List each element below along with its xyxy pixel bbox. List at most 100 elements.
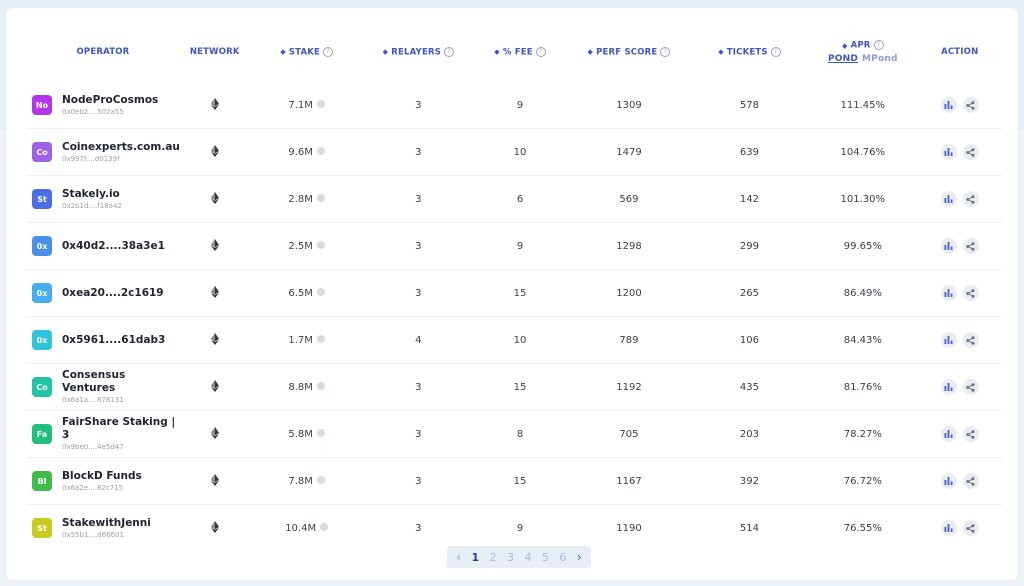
cell-fee: 15 — [473, 457, 568, 505]
page-6[interactable]: 6 — [559, 551, 566, 564]
operator-address: 0x6a2e....82c715 — [62, 483, 124, 492]
col-stake[interactable]: ◆ STAKE? — [250, 22, 364, 82]
ethereum-icon — [210, 379, 219, 395]
operator-info[interactable]: 0x 0x5961....61dab3 — [26, 330, 180, 350]
col-perf-score[interactable]: ◆ PERF SCORE? — [567, 22, 691, 82]
help-icon[interactable]: ? — [535, 46, 546, 57]
col-apr[interactable]: ◆ APR? POND MPond — [808, 22, 917, 82]
bar-chart-icon[interactable] — [940, 520, 957, 536]
operator-info[interactable]: 0x 0x40d2....38a3e1 — [26, 236, 180, 256]
help-icon[interactable]: ? — [770, 46, 781, 57]
operator-info[interactable]: St StakewithJenni 0x55b1....d66601 — [26, 517, 180, 540]
prev-page-button[interactable]: ‹ — [456, 550, 461, 564]
bar-chart-icon[interactable] — [940, 473, 957, 489]
help-icon[interactable]: ? — [444, 46, 455, 57]
help-icon[interactable]: ? — [873, 40, 884, 51]
col-fee[interactable]: ◆% FEE? — [473, 22, 567, 82]
page-5[interactable]: 5 — [542, 551, 549, 564]
operator-name[interactable]: NodeProCosmos — [62, 94, 158, 107]
stake-value: 1.7M — [288, 334, 313, 346]
operator-info[interactable]: St Stakely.io 0x2b1d....f18a42 — [26, 188, 180, 211]
share-icon[interactable] — [962, 97, 979, 113]
apr-unit-pond[interactable]: POND — [828, 54, 858, 64]
col-perf-score-label: PERF SCORE — [596, 47, 658, 58]
operator-name[interactable]: Stakely.io — [62, 188, 122, 201]
share-icon[interactable] — [962, 191, 979, 207]
table-row[interactable]: Co Consensus Ventures 0x6a1a....878131 8… — [26, 363, 1002, 411]
operator-info[interactable]: Fa FairShare Staking | 3 0x9be0....4e5d4… — [26, 416, 180, 452]
bar-chart-icon[interactable] — [940, 191, 957, 207]
operator-name[interactable]: StakewithJenni — [62, 517, 151, 530]
operator-avatar: Fa — [32, 424, 52, 444]
share-icon[interactable] — [962, 238, 979, 254]
cell-tickets: 203 — [690, 410, 809, 458]
help-icon[interactable]: ? — [323, 46, 334, 57]
apr-unit-mpond[interactable]: MPond — [862, 54, 898, 64]
operator-name[interactable]: 0x40d2....38a3e1 — [62, 240, 165, 253]
cell-apr: 76.55% — [843, 522, 882, 534]
table-row[interactable]: Co Coinexperts.com.au 0x997f....d0139f 9… — [26, 128, 1002, 176]
operator-name[interactable]: Coinexperts.com.au — [62, 141, 180, 154]
col-relayers-label: RELAYERS — [391, 47, 442, 58]
operator-avatar: 0x — [32, 236, 52, 256]
cell-network — [179, 222, 250, 270]
pond-token-icon — [316, 381, 325, 390]
table-row[interactable]: 0x 0xea20....2c1619 6.5M 3 15 1200 265 8… — [26, 269, 1002, 317]
share-icon[interactable] — [962, 426, 979, 442]
share-icon[interactable] — [962, 332, 979, 348]
table-row[interactable]: Bl BlockD Funds 0x6a2e....82c715 7.8M 3 … — [26, 457, 1002, 505]
operator-info[interactable]: Bl BlockD Funds 0x6a2e....82c715 — [26, 470, 180, 493]
cell-network — [179, 128, 250, 176]
share-icon[interactable] — [962, 285, 979, 301]
help-icon[interactable]: ? — [660, 46, 671, 57]
operator-name[interactable]: 0x5961....61dab3 — [62, 334, 165, 347]
table-row[interactable]: No NodeProCosmos 0x0eb2....502a55 7.1M 3… — [26, 82, 1002, 129]
page-1[interactable]: 1 — [471, 551, 479, 564]
cell-fee: 9 — [473, 222, 568, 270]
col-tickets[interactable]: ◆ TICKETS? — [691, 22, 808, 82]
bar-chart-icon[interactable] — [940, 144, 957, 160]
bar-chart-icon[interactable] — [940, 97, 957, 113]
stake-value: 9.6M — [288, 146, 313, 158]
share-icon[interactable] — [962, 473, 979, 489]
stake-value: 2.8M — [288, 193, 313, 205]
operator-text: 0xea20....2c1619 — [62, 287, 164, 300]
operator-name[interactable]: Consensus Ventures — [62, 369, 180, 395]
cell-tickets: 392 — [690, 457, 809, 505]
operator-name[interactable]: BlockD Funds — [62, 470, 142, 483]
next-page-button[interactable]: › — [577, 550, 582, 564]
cell-tickets: 639 — [690, 128, 809, 176]
bar-chart-icon[interactable] — [940, 426, 957, 442]
cell-stake: 1.7M — [249, 316, 364, 364]
operator-info[interactable]: Co Consensus Ventures 0x6a1a....878131 — [26, 369, 180, 405]
operator-info[interactable]: 0x 0xea20....2c1619 — [26, 283, 180, 303]
cell-relayers: 3 — [363, 175, 474, 223]
table-row[interactable]: 0x 0x40d2....38a3e1 2.5M 3 9 1298 299 99… — [26, 222, 1002, 270]
row-actions — [918, 238, 1002, 254]
page-4[interactable]: 4 — [525, 551, 532, 564]
operator-info[interactable]: No NodeProCosmos 0x0eb2....502a55 — [26, 94, 180, 117]
col-relayers[interactable]: ◆ RELAYERS? — [364, 22, 473, 82]
share-icon[interactable] — [962, 520, 979, 536]
bar-chart-icon[interactable] — [940, 285, 957, 301]
pagination: ‹ 1 2 3 4 5 6 › — [447, 546, 591, 568]
cell-apr: 111.45% — [808, 82, 918, 129]
operator-avatar: 0x — [32, 283, 52, 303]
share-icon[interactable] — [962, 379, 979, 395]
table-row[interactable]: 0x 0x5961....61dab3 1.7M 4 10 789 106 84… — [26, 316, 1002, 364]
page-3[interactable]: 3 — [507, 551, 514, 564]
share-icon[interactable] — [962, 144, 979, 160]
operator-name[interactable]: 0xea20....2c1619 — [62, 287, 164, 300]
bar-chart-icon[interactable] — [940, 379, 957, 395]
bar-chart-icon[interactable] — [940, 238, 957, 254]
bar-chart-icon[interactable] — [940, 332, 957, 348]
table-row[interactable]: St Stakely.io 0x2b1d....f18a42 2.8M 3 6 … — [26, 175, 1002, 223]
table-row[interactable]: St StakewithJenni 0x55b1....d66601 10.4M… — [26, 505, 1002, 552]
row-actions — [918, 97, 1002, 113]
row-actions — [918, 285, 1002, 301]
table-row[interactable]: Fa FairShare Staking | 3 0x9be0....4e5d4… — [26, 410, 1002, 458]
operator-info[interactable]: Co Coinexperts.com.au 0x997f....d0139f — [26, 141, 180, 164]
operator-name[interactable]: FairShare Staking | 3 — [62, 416, 180, 442]
page-2[interactable]: 2 — [490, 551, 497, 564]
pond-token-icon — [316, 240, 325, 249]
